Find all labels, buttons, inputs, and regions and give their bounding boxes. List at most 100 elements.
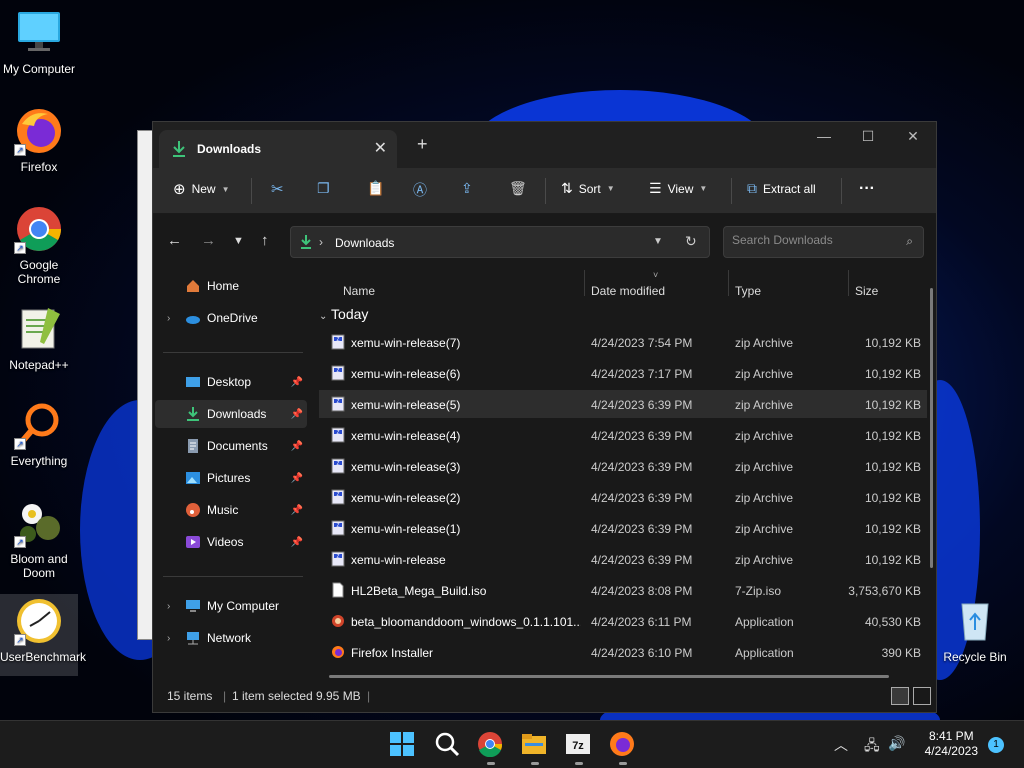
share-icon[interactable]: ⇪ (461, 180, 473, 197)
column-header-size[interactable]: Size (855, 284, 878, 298)
sidebar-item-network[interactable]: › Network (155, 624, 307, 652)
new-tab-icon[interactable]: + (417, 134, 428, 155)
address-field[interactable]: › Downloads ▼ ↻ (290, 226, 710, 258)
more-options-icon[interactable]: ··· (859, 180, 875, 198)
file-date: 4/24/2023 6:39 PM (591, 429, 693, 443)
new-button[interactable]: ⊕ New ▼ (173, 180, 230, 198)
file-name: xemu-win-release(5) (351, 398, 461, 412)
sidebar-item-documents[interactable]: Documents 📌 (155, 432, 307, 460)
column-header-type[interactable]: Type (735, 284, 761, 298)
close-tab-icon[interactable]: ✕ (374, 138, 387, 158)
sidebar-item-home[interactable]: Home (155, 272, 307, 300)
desktop-icon-notepadpp[interactable]: Notepad++ (0, 304, 78, 372)
desktop-icon-userbenchmark[interactable]: ↗ UserBenchmark (0, 594, 86, 676)
sidebar-item-desktop[interactable]: Desktop 📌 (155, 368, 307, 396)
search-icon[interactable] (434, 731, 462, 759)
network-tray-icon[interactable]: 🖧 (864, 735, 880, 759)
tab-downloads[interactable]: Downloads ✕ (159, 130, 397, 168)
svg-text:Z: Z (336, 492, 339, 498)
minimize-icon[interactable]: — (809, 128, 839, 144)
start-windows-icon[interactable] (389, 731, 417, 759)
file-row[interactable]: Zxemu-win-release(2) 4/24/2023 6:39 PM zip… (319, 483, 927, 511)
vertical-scrollbar[interactable] (930, 288, 933, 568)
notification-badge[interactable]: 1 (988, 737, 1004, 753)
show-hidden-icons-chevron[interactable]: ︿ (834, 735, 848, 755)
chrome-taskbar-icon[interactable] (477, 731, 505, 765)
desktop-icon-chrome[interactable]: ↗ Google Chrome (0, 204, 78, 286)
picture-icon (185, 470, 201, 486)
desktop-icon-label: My Computer (2, 62, 76, 76)
file-row[interactable]: Zxemu-win-release(1) 4/24/2023 6:39 PM zip… (319, 514, 927, 542)
column-header-date[interactable]: Date modified (591, 284, 665, 298)
sort-button[interactable]: ⇅ Sort ▼ (561, 180, 615, 197)
file-row[interactable]: Zxemu-win-release(3) 4/24/2023 6:39 PM zip… (319, 452, 927, 480)
file-row[interactable]: Zxemu-win-release(6) 4/24/2023 7:17 PM zip… (319, 359, 927, 387)
svg-text:Z: Z (336, 461, 339, 467)
desktop-icon-label: Notepad++ (9, 358, 69, 372)
file-icon (331, 582, 345, 598)
column-header-name[interactable]: Name (343, 284, 375, 298)
desktop-icon-recycle-bin[interactable]: Recycle Bin (936, 596, 1014, 664)
item-count: 15 items (167, 689, 213, 703)
file-row[interactable]: Firefox Installer 4/24/2023 6:10 PM Applic… (319, 638, 927, 666)
horizontal-scrollbar[interactable] (329, 675, 889, 678)
clock[interactable]: 8:41 PM 4/24/2023 (925, 729, 978, 759)
tiles-view-icon[interactable] (913, 687, 931, 705)
up-arrow-icon[interactable]: ↑ (261, 232, 269, 249)
search-input[interactable] (732, 233, 892, 247)
file-row[interactable]: Zxemu-win-release(4) 4/24/2023 6:39 PM zip… (319, 421, 927, 449)
refresh-icon[interactable]: ↻ (685, 233, 697, 250)
volume-icon[interactable]: 🔊 (888, 735, 905, 752)
maximize-icon[interactable]: ☐ (853, 128, 883, 145)
file-date: 4/24/2023 7:54 PM (591, 336, 693, 350)
title-bar: Downloads ✕ + — ☐ ✕ (153, 122, 936, 168)
file-explorer-taskbar-icon[interactable] (521, 731, 549, 765)
file-row[interactable]: Zxemu-win-release(7) 4/24/2023 7:54 PM zip… (319, 328, 927, 356)
desktop-icon-everything[interactable]: ↗ Everything (0, 400, 78, 468)
breadcrumb-downloads[interactable]: Downloads (335, 236, 394, 250)
details-view-icon[interactable] (891, 687, 909, 705)
file-date: 4/24/2023 6:11 PM (591, 615, 692, 629)
search-box[interactable]: ⌕ (723, 226, 924, 258)
sidebar-item-my-computer[interactable]: › My Computer (155, 592, 307, 620)
address-dropdown-icon[interactable]: ▼ (653, 236, 663, 247)
forward-arrow-icon[interactable]: → (201, 232, 216, 249)
cut-icon[interactable]: ✂ (271, 180, 284, 198)
extract-icon: ⧉ (747, 180, 757, 196)
sidebar-item-onedrive[interactable]: › OneDrive (155, 304, 307, 332)
desktop-icon-firefox[interactable]: ↗ Firefox (0, 106, 78, 174)
expand-chevron-icon[interactable]: › (167, 601, 170, 612)
file-row[interactable]: beta_bloomanddoom_windows_0.1.1.101... 4/… (319, 607, 927, 635)
desktop-icon-my-computer[interactable]: My Computer (0, 8, 78, 76)
paste-icon[interactable]: 📋 (367, 180, 384, 197)
sidebar-item-pictures[interactable]: Pictures 📌 (155, 464, 307, 492)
delete-icon[interactable]: 🗑 (509, 180, 527, 197)
back-arrow-icon[interactable]: ← (167, 232, 182, 249)
selection-count: 1 item selected (232, 689, 313, 703)
expand-chevron-icon[interactable]: › (167, 313, 170, 324)
copy-icon[interactable]: ❐ (317, 180, 330, 197)
sidebar-item-downloads[interactable]: Downloads 📌 (155, 400, 307, 428)
sidebar-item-music[interactable]: Music 📌 (155, 496, 307, 524)
view-button[interactable]: ☰ View ▼ (649, 180, 707, 197)
desktop-icon-bloom-and-doom[interactable]: ↗ Bloom and Doom (0, 498, 78, 580)
application-icon (331, 644, 345, 660)
desktop-folder-icon (185, 374, 201, 390)
7zip-taskbar-icon[interactable]: 7z (565, 731, 593, 765)
firefox-taskbar-icon[interactable] (609, 731, 637, 765)
file-row[interactable]: HL2Beta_Mega_Build.iso 4/24/2023 8:08 PM 7… (319, 576, 927, 604)
extract-all-button[interactable]: ⧉ Extract all (747, 180, 816, 197)
expand-chevron-icon[interactable]: › (167, 633, 170, 644)
cloud-icon (185, 310, 201, 326)
sidebar-item-videos[interactable]: Videos 📌 (155, 528, 307, 556)
shortcut-arrow-icon: ↗ (14, 438, 26, 450)
group-header-today[interactable]: ⌄ Today (319, 306, 368, 322)
rename-icon[interactable]: Ⓐ (413, 180, 427, 200)
close-window-icon[interactable]: ✕ (898, 128, 928, 145)
file-row[interactable]: Zxemu-win-release 4/24/2023 6:39 PM zip Ar… (319, 545, 927, 573)
recent-locations-chevron-icon[interactable]: ▼ (233, 235, 244, 247)
file-row[interactable]: Zxemu-win-release(5) 4/24/2023 6:39 PM zip… (319, 390, 927, 418)
search-icon[interactable]: ⌕ (906, 234, 913, 249)
sort-indicator-icon: ˅ (653, 270, 659, 280)
file-name: xemu-win-release(7) (351, 336, 461, 350)
